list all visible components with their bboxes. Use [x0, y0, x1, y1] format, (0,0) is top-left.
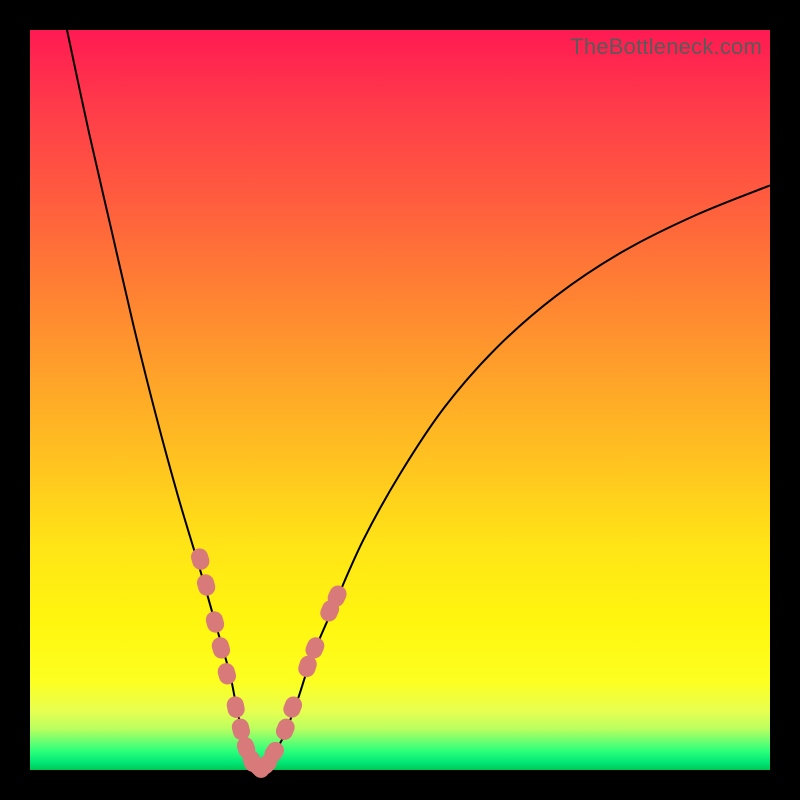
curve-marker — [216, 661, 238, 686]
curve-marker — [204, 609, 226, 634]
curve-marker — [281, 694, 305, 720]
curve-marker — [273, 716, 297, 742]
plot-area: TheBottleneck.com — [30, 30, 770, 770]
chart-overlay — [30, 30, 770, 770]
bottleneck-curve — [67, 30, 770, 770]
curve-marker — [225, 695, 246, 720]
curve-marker — [210, 635, 232, 660]
chart-frame: TheBottleneck.com — [0, 0, 800, 800]
curve-markers — [189, 546, 349, 781]
curve-marker — [189, 546, 212, 572]
curve-marker — [195, 572, 217, 597]
